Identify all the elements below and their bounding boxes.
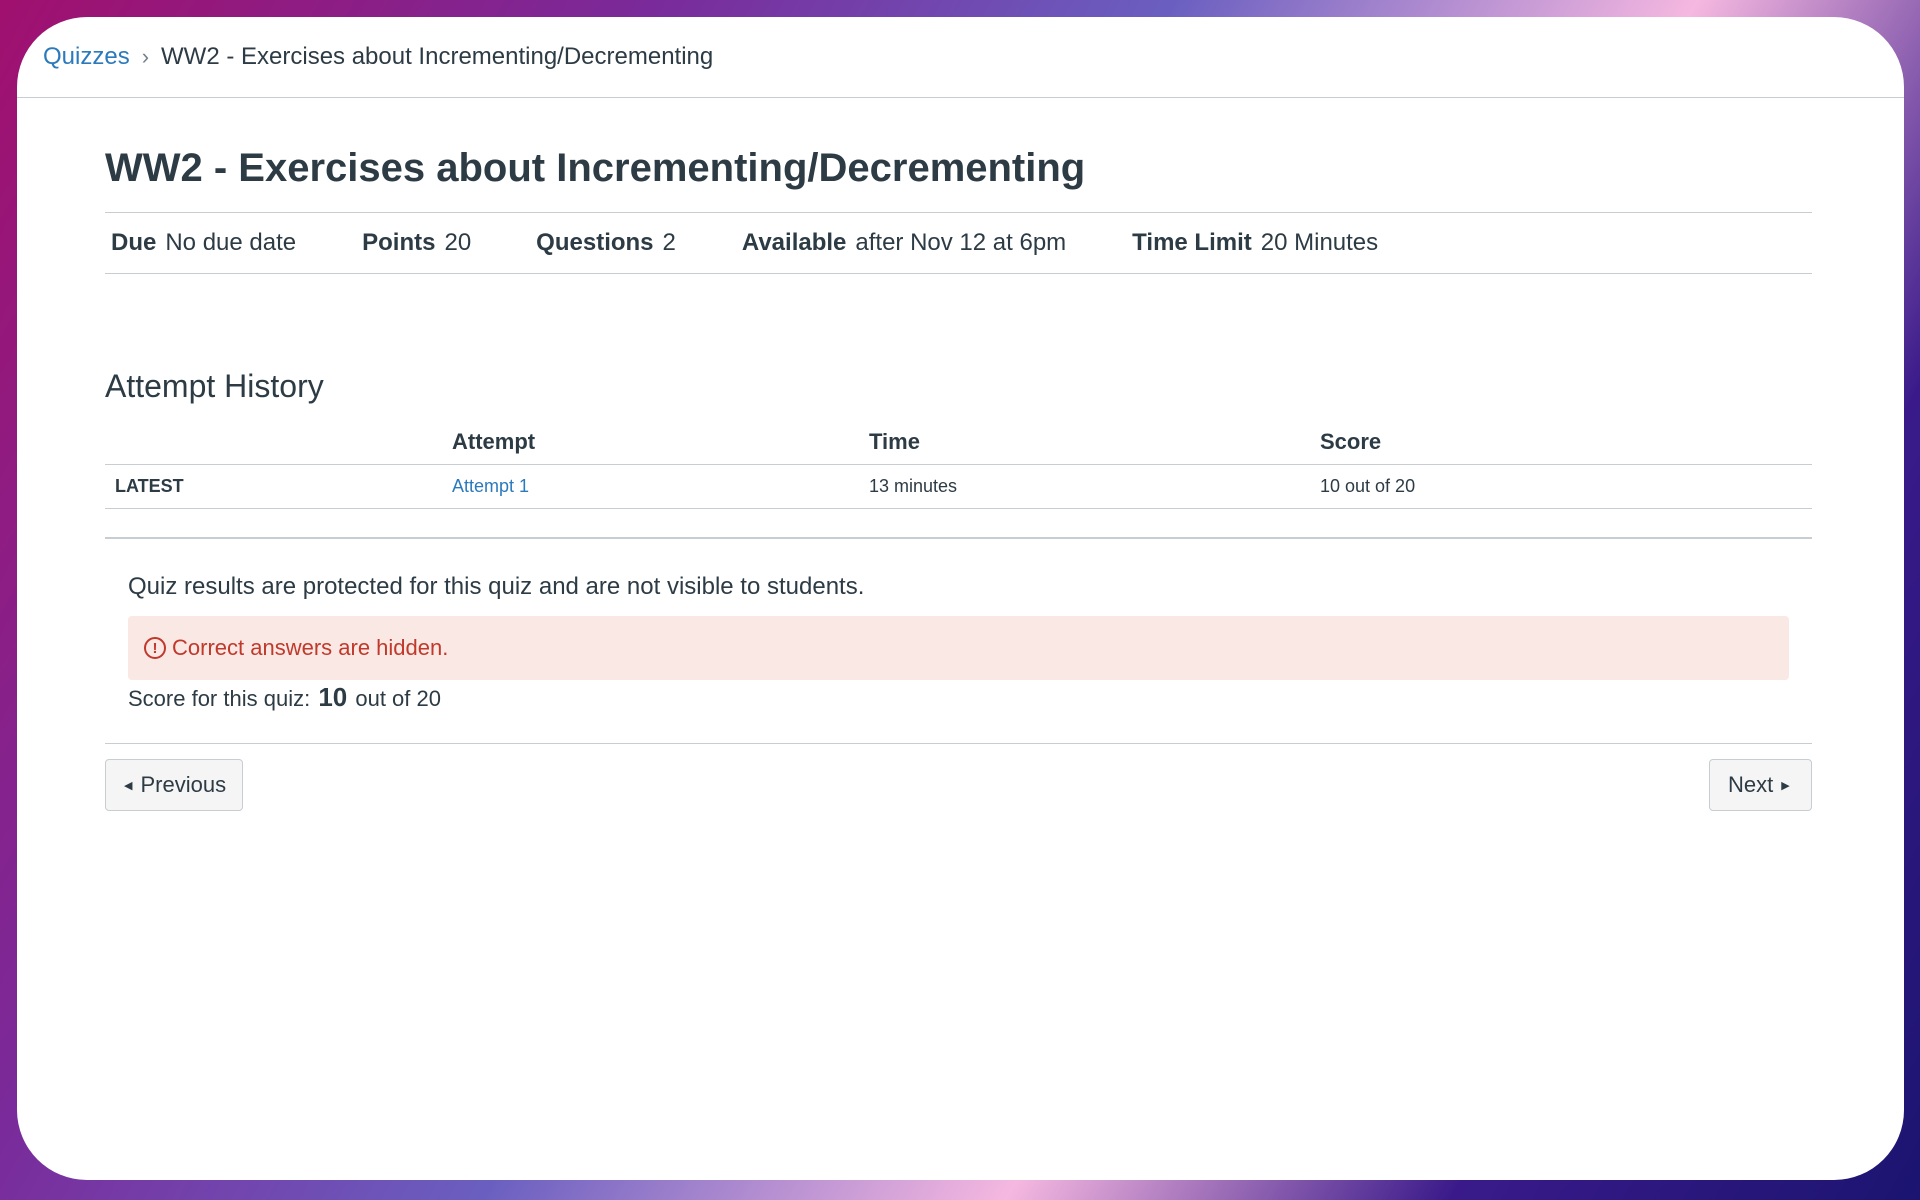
column-header-time: Time	[869, 421, 1320, 465]
column-header-attempt: Attempt	[452, 421, 869, 465]
quiz-score: Score for this quiz: 10 out of 20	[128, 682, 441, 713]
breadcrumb-quizzes-link[interactable]: Quizzes	[43, 43, 130, 71]
header-divider	[17, 97, 1904, 98]
meta-due: Due No due date	[111, 229, 296, 257]
quiz-meta: Due No due date Points 20 Questions 2 Av…	[105, 212, 1812, 274]
next-button[interactable]: Next ▶	[1709, 759, 1812, 811]
next-label: Next	[1728, 772, 1774, 797]
score-suffix: out of 20	[355, 686, 441, 711]
table-row: LATEST Attempt 1 13 minutes 10 out of 20	[105, 464, 1812, 509]
breadcrumb: Quizzes › WW2 - Exercises about Incremen…	[43, 43, 713, 71]
meta-time-limit: Time Limit 20 Minutes	[1132, 229, 1378, 257]
meta-points: Points 20	[362, 229, 471, 257]
meta-points-label: Points	[362, 229, 436, 256]
previous-label: Previous	[140, 772, 227, 797]
app-window: Quizzes › WW2 - Exercises about Incremen…	[17, 17, 1904, 1180]
caret-right-icon: ▶	[1781, 779, 1790, 792]
attempt-score: 10 out of 20	[1320, 464, 1812, 509]
meta-time-limit-label: Time Limit	[1132, 229, 1252, 256]
warning-icon: !	[144, 637, 166, 659]
latest-tag: LATEST	[105, 464, 452, 509]
attempt-history-table: Attempt Time Score LATEST Attempt 1 13 m…	[105, 421, 1812, 509]
meta-time-limit-value: 20 Minutes	[1260, 229, 1379, 256]
meta-available: Available after Nov 12 at 6pm	[742, 229, 1066, 257]
meta-available-value: after Nov 12 at 6pm	[855, 229, 1067, 256]
column-header-tag	[105, 421, 452, 465]
caret-left-icon: ◀	[124, 779, 133, 792]
breadcrumb-current: WW2 - Exercises about Incrementing/Decre…	[161, 43, 714, 70]
alert-text: Correct answers are hidden.	[172, 635, 449, 660]
attempt-time: 13 minutes	[869, 464, 1320, 509]
attempt-link[interactable]: Attempt 1	[452, 476, 529, 496]
page-title: WW2 - Exercises about Incrementing/Decre…	[105, 146, 1086, 190]
meta-due-label: Due	[111, 229, 157, 256]
column-header-score: Score	[1320, 421, 1812, 465]
attempt-history-title: Attempt History	[105, 368, 324, 404]
meta-questions: Questions 2	[536, 229, 676, 257]
table-header-row: Attempt Time Score	[105, 421, 1812, 465]
meta-points-value: 20	[444, 229, 472, 256]
meta-available-label: Available	[741, 229, 847, 256]
quiz-results-panel: Quiz results are protected for this quiz…	[105, 537, 1812, 744]
chevron-right-icon: ›	[141, 44, 150, 69]
meta-due-value: No due date	[165, 229, 297, 256]
meta-questions-value: 2	[662, 229, 676, 256]
results-protected-notice: Quiz results are protected for this quiz…	[128, 573, 865, 600]
meta-questions-label: Questions	[536, 229, 654, 256]
score-value: 10	[318, 682, 348, 712]
hidden-answers-alert: ! Correct answers are hidden.	[128, 616, 1789, 680]
previous-button[interactable]: ◀ Previous	[105, 759, 243, 811]
score-prefix: Score for this quiz:	[128, 686, 311, 711]
